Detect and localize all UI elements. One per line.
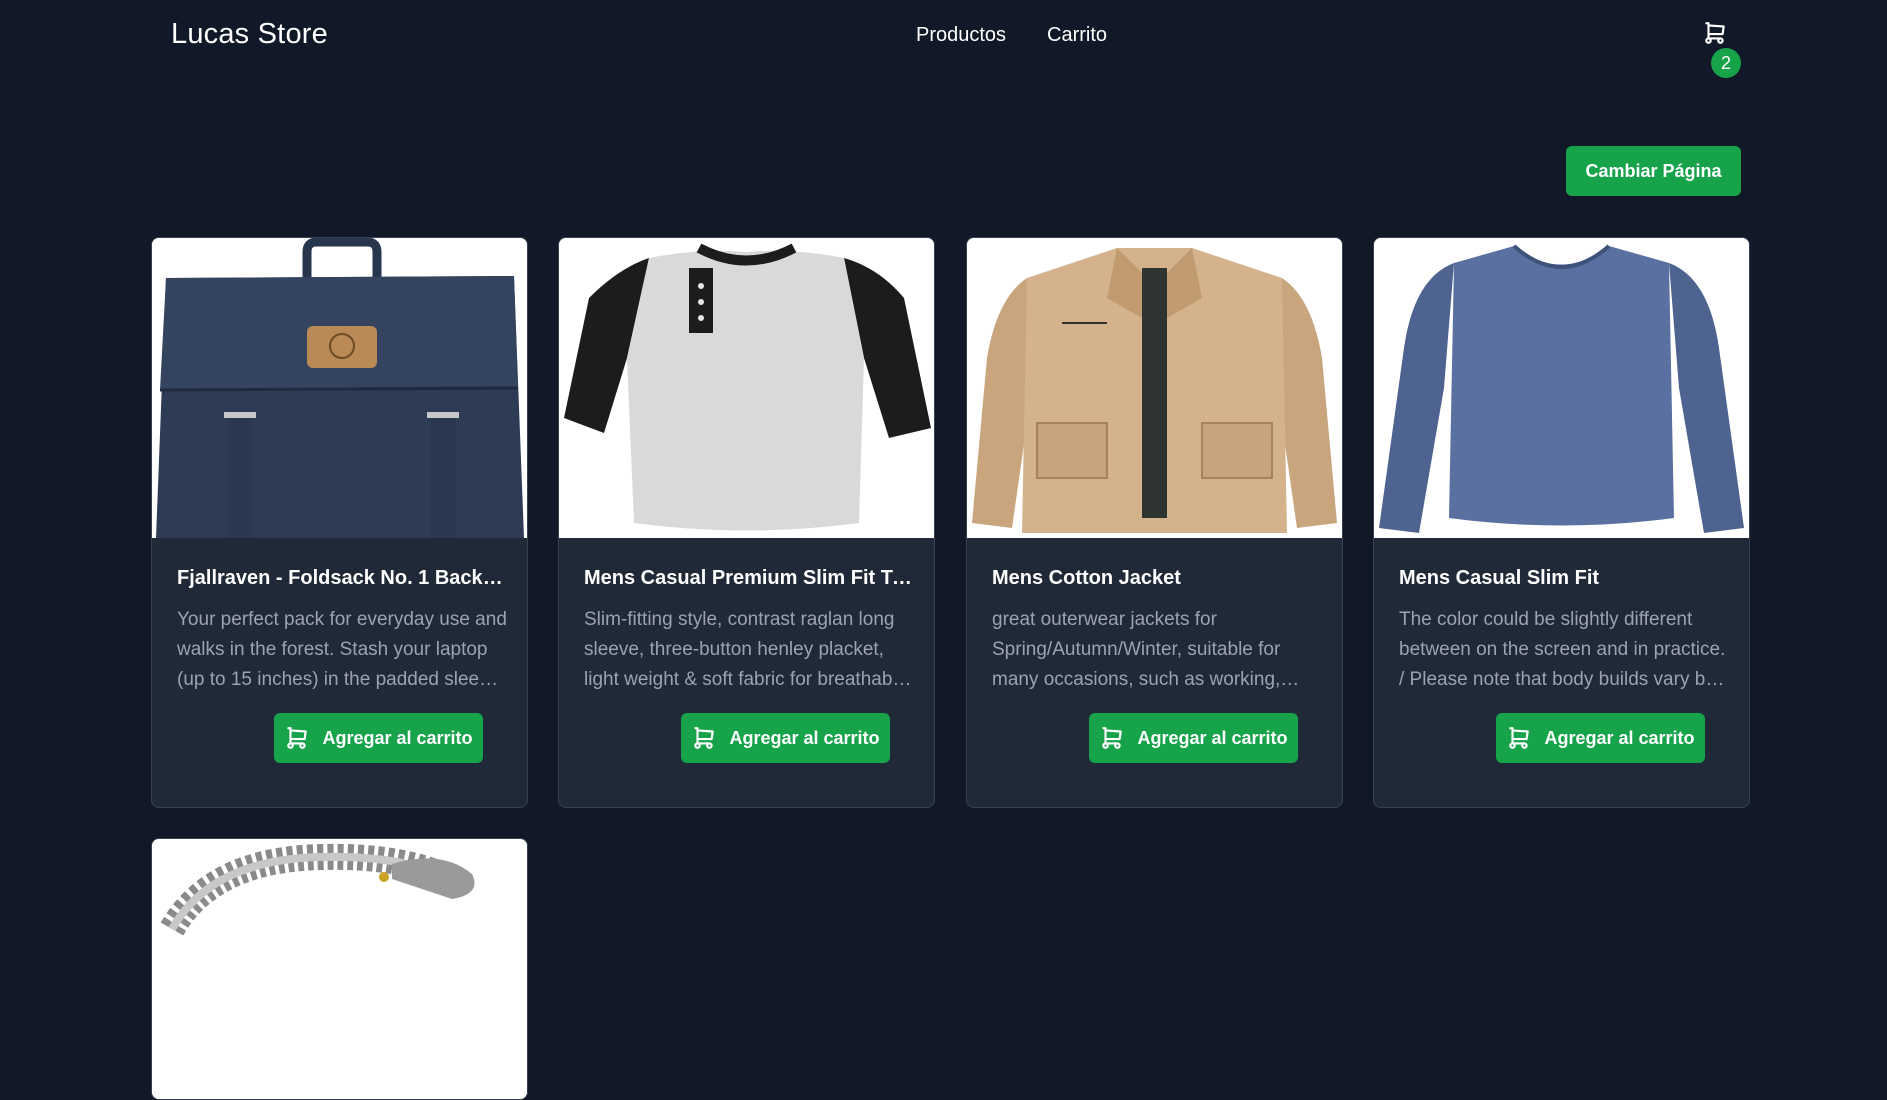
- add-to-cart-label: Agregar al carrito: [1544, 727, 1695, 748]
- product-description: Slim-fitting style, contrast raglan long…: [584, 609, 908, 690]
- add-to-cart-label: Agregar al carrito: [729, 727, 880, 748]
- cart-button[interactable]: 2: [1700, 18, 1741, 78]
- product-card: Mens Casual Slim Fit The color could be …: [1373, 237, 1750, 808]
- product-image-backpack[interactable]: [152, 238, 527, 538]
- add-to-cart-button[interactable]: Agregar al carrito: [681, 713, 890, 763]
- cart-icon: [694, 727, 715, 749]
- product-image-raglan-shirt[interactable]: [559, 238, 934, 538]
- product-card: Mens Casual Premium Slim Fit T-Shirts Sl…: [558, 237, 935, 808]
- navbar: Lucas Store Productos Carrito 2: [0, 0, 1887, 78]
- change-page-button[interactable]: Cambiar Página: [1566, 146, 1741, 196]
- product-title[interactable]: Fjallraven - Foldsack No. 1 Backpack, Fi…: [177, 567, 507, 590]
- product-title[interactable]: Mens Casual Slim Fit: [1399, 567, 1729, 590]
- product-title[interactable]: Mens Casual Premium Slim Fit T-Shirts: [584, 567, 914, 590]
- add-to-cart-label: Agregar al carrito: [1137, 727, 1288, 748]
- product-image-cotton-jacket[interactable]: [967, 238, 1342, 538]
- add-to-cart-button[interactable]: Agregar al carrito: [1089, 713, 1298, 763]
- product-description: The color could be slightly different be…: [1399, 609, 1726, 690]
- product-description: Your perfect pack for everyday use and w…: [177, 609, 507, 690]
- cart-icon: [1102, 727, 1123, 749]
- product-description: great outerwear jackets for Spring/Autum…: [992, 609, 1281, 690]
- add-to-cart-label: Agregar al carrito: [322, 727, 473, 748]
- nav-link-carrito[interactable]: Carrito: [1047, 24, 1107, 47]
- product-title[interactable]: Mens Cotton Jacket: [992, 567, 1322, 590]
- cart-icon: [1705, 22, 1725, 44]
- brand-logo[interactable]: Lucas Store: [171, 18, 328, 51]
- cart-icon: [1509, 727, 1530, 749]
- cart-count-badge: 2: [1711, 48, 1741, 78]
- add-to-cart-button[interactable]: Agregar al carrito: [274, 713, 483, 763]
- cart-icon: [287, 727, 308, 749]
- add-to-cart-button[interactable]: Agregar al carrito: [1496, 713, 1705, 763]
- product-card: Mens Cotton Jacket great outerwear jacke…: [966, 237, 1343, 808]
- nav-link-productos[interactable]: Productos: [916, 24, 1006, 47]
- product-card: Fjallraven - Foldsack No. 1 Backpack, Fi…: [151, 237, 528, 808]
- product-image-silver-bracelet[interactable]: [152, 839, 527, 1099]
- product-image-long-sleeve-shirt[interactable]: [1374, 238, 1749, 538]
- product-card: [151, 838, 528, 1100]
